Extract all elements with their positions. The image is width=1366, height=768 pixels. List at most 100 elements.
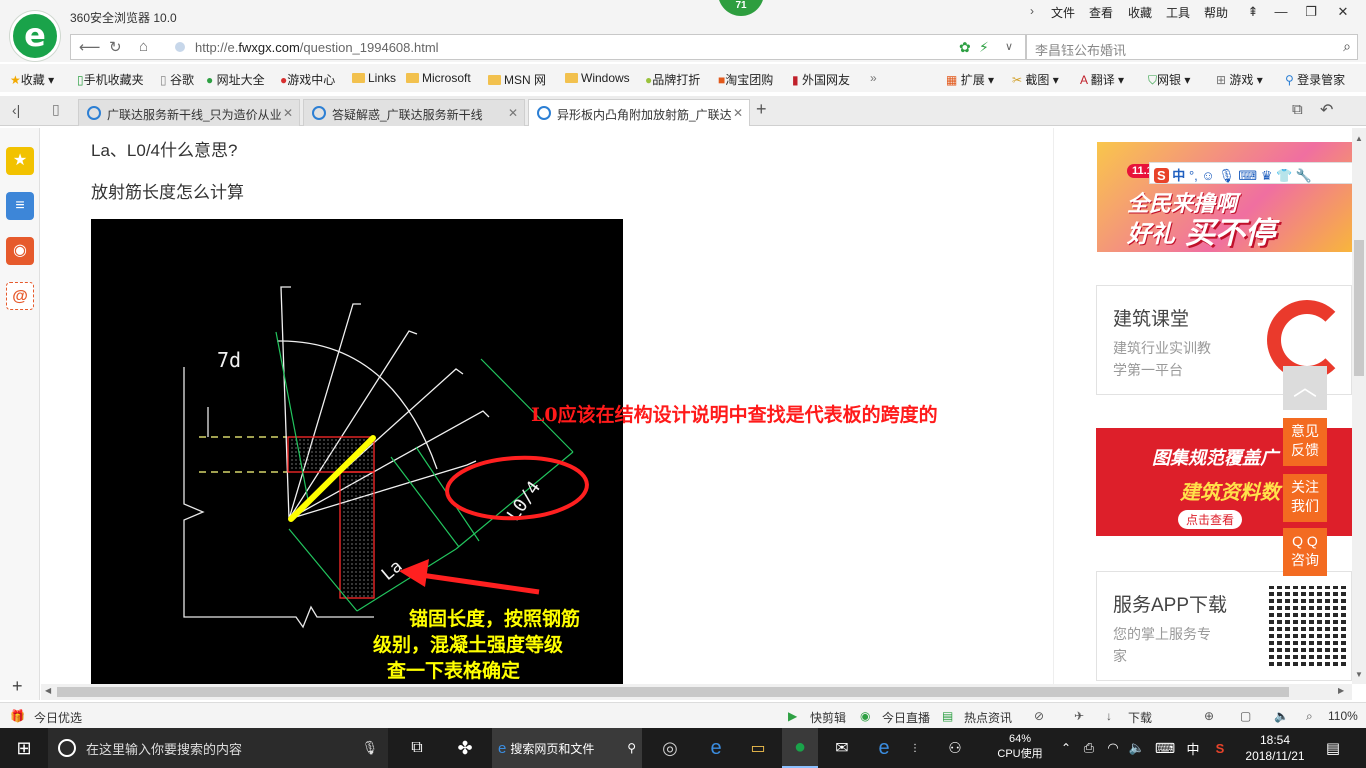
tray-expand-icon[interactable]: ⌃ — [1056, 728, 1076, 768]
tab-2[interactable]: 答疑解惑_广联达服务新干线 ✕ — [303, 99, 525, 126]
menu-help[interactable]: 帮助 — [1204, 4, 1228, 21]
scroll-right-icon[interactable]: ▶ — [1338, 686, 1344, 695]
undo-close-icon[interactable]: ↶ — [1320, 100, 1333, 120]
email-icon[interactable]: @ — [6, 282, 34, 310]
back-to-top-button[interactable]: ︿ — [1283, 366, 1327, 410]
tab-1[interactable]: 广联达服务新干线_只为造价从业 ✕ — [78, 99, 300, 126]
promo-banner-1[interactable]: 11.1 全民来撸啊 好礼 买不停 — [1097, 142, 1353, 252]
chevron-right-icon[interactable]: › — [1030, 4, 1034, 18]
close-button[interactable]: ✕ — [1330, 2, 1356, 22]
sogou-icon[interactable]: S — [1154, 168, 1169, 183]
more-bookmarks-icon[interactable]: » — [870, 71, 877, 85]
tab-list-icon[interactable]: ▯ — [52, 101, 60, 118]
video-edit-icon[interactable]: ▶ — [788, 709, 797, 723]
tab-back-icon[interactable]: ‹| — [12, 102, 20, 118]
keyboard-tray-icon[interactable]: ⌨ — [1152, 728, 1178, 768]
security-icon[interactable]: ✿ — [959, 39, 971, 56]
menu-tools[interactable]: 工具 — [1166, 4, 1190, 21]
daily-picks-link[interactable]: 今日优选 — [34, 709, 82, 726]
pinwheel-icon[interactable]: ✤ — [448, 728, 482, 768]
scroll-down-icon[interactable]: ▼ — [1355, 670, 1363, 679]
hot-news-link[interactable]: 热点资讯 — [964, 709, 1012, 726]
back-icon[interactable]: ⟵ — [79, 38, 101, 56]
sogou-tray-icon[interactable]: S — [1208, 728, 1232, 768]
close-tab-icon[interactable]: ✕ — [283, 106, 293, 120]
news-icon[interactable]: ▤ — [942, 709, 953, 723]
ime-punctuation-icon[interactable]: °, — [1189, 168, 1198, 183]
new-tab-button[interactable]: + — [756, 99, 767, 120]
toolbar-login-manager[interactable]: ⚲ 登录管家 — [1285, 71, 1345, 88]
ime-indicator[interactable]: 中 — [1182, 728, 1204, 768]
follow-us-button[interactable]: 关注 我们 — [1283, 474, 1327, 522]
close-tab-icon[interactable]: ✕ — [733, 106, 743, 120]
weibo-icon[interactable]: ◉ — [6, 237, 34, 265]
speed-mode-icon[interactable]: ⚡ — [979, 39, 989, 56]
qq-consult-button[interactable]: Q Q 咨询 — [1283, 528, 1327, 576]
url-text[interactable]: http://e.fwxgx.com/question_1994608.html — [195, 40, 439, 55]
bookmark-games[interactable]: ●游戏中心 — [280, 71, 335, 88]
taskbar-search[interactable]: 在这里输入你要搜索的内容 🎙 — [48, 728, 388, 768]
pin-icon[interactable]: ⇞ — [1240, 2, 1266, 22]
emoji-icon[interactable]: ☺ — [1201, 168, 1214, 183]
search-icon[interactable]: ⌕ — [1343, 38, 1351, 55]
edge-icon[interactable]: e — [866, 728, 902, 768]
search-box[interactable]: 李昌钰公布婚讯 ⌕ — [1026, 34, 1358, 60]
people-icon[interactable]: ⚇ — [940, 728, 970, 768]
360-browser-taskbar-icon[interactable]: ● — [782, 728, 818, 768]
bookmark-taobao[interactable]: ■淘宝团购 — [718, 71, 773, 88]
toolbar-games[interactable]: ⊞ 游戏 ▾ — [1216, 71, 1263, 88]
search-input[interactable]: 李昌钰公布婚讯 — [1035, 40, 1126, 59]
windows-start-icon[interactable]: ⊞ — [0, 728, 48, 768]
swirl-app-icon[interactable]: ◎ — [652, 728, 688, 768]
tab-overview-icon[interactable]: ⧉ — [1292, 101, 1303, 118]
gift-icon[interactable]: 🎁 — [10, 709, 25, 723]
view-details-button[interactable]: 点击查看 — [1178, 510, 1243, 529]
toolbar-screenshot[interactable]: ✂ 截图 ▾ — [1012, 71, 1059, 88]
mic-icon[interactable]: 🎙 — [1218, 168, 1235, 183]
bookmark-favorites[interactable]: ★收藏 ▾ — [10, 71, 54, 88]
bookmark-mobile[interactable]: ▯手机收藏夹 — [77, 71, 144, 88]
toolbar-banking[interactable]: ⛉网银 ▾ — [1148, 71, 1190, 88]
wrench-icon[interactable]: 🔧 — [1296, 168, 1312, 183]
url-bar[interactable]: ⟵ ↻ ⌂ http://e.fwxgx.com/question_199460… — [70, 34, 1026, 60]
window-icon[interactable]: ▢ — [1240, 709, 1251, 723]
favorites-star-icon[interactable]: ★ — [6, 147, 34, 175]
volume-icon[interactable]: 🔈 — [1274, 709, 1289, 723]
keyboard-icon[interactable]: ⌨ — [1238, 168, 1257, 183]
file-explorer-icon[interactable]: ▭ — [740, 728, 776, 768]
notification-badge[interactable]: 71 — [718, 0, 764, 16]
microphone-icon[interactable]: 🎙 — [361, 740, 378, 756]
cpu-usage[interactable]: 64% CPU使用 — [990, 732, 1050, 762]
minimize-button[interactable]: — — [1268, 2, 1294, 22]
menu-view[interactable]: 查看 — [1089, 4, 1113, 21]
skin-icon[interactable]: ♛ — [1261, 168, 1273, 183]
live-link[interactable]: 今日直播 — [882, 709, 930, 726]
clock[interactable]: 18:54 2018/11/21 — [1240, 732, 1310, 764]
ime-chinese-icon[interactable]: 中 — [1172, 168, 1185, 183]
show-more-icon[interactable]: ⋮ — [910, 728, 920, 768]
web-search-box[interactable]: e 搜索网页和文件 ⚲ — [492, 728, 642, 768]
dropdown-icon[interactable]: ∨ — [1005, 40, 1013, 53]
shirt-icon[interactable]: 👕 — [1276, 168, 1292, 183]
download-link[interactable]: 下载 — [1128, 709, 1152, 726]
ime-toolbar[interactable]: S 中 °, ☺ 🎙 ⌨ ♛ 👕 🔧 — [1149, 162, 1353, 184]
toolbar-extensions[interactable]: ▦ 扩展 ▾ — [946, 71, 994, 88]
reading-list-icon[interactable]: ≡ — [6, 192, 34, 220]
toolbar-translate[interactable]: A 翻译 ▾ — [1080, 71, 1124, 88]
zoom-level[interactable]: 110% — [1328, 709, 1358, 723]
bookmark-windows[interactable]: Windows — [565, 71, 630, 85]
pin-status-icon[interactable]: ✈ — [1074, 709, 1084, 723]
scroll-left-icon[interactable]: ◀ — [45, 686, 51, 695]
app-download-card[interactable]: 服务APP下载 您的掌上服务专 家 — [1096, 571, 1352, 681]
bookmark-msn[interactable]: MSN 网 — [488, 71, 546, 88]
scroll-up-icon[interactable]: ▲ — [1355, 134, 1363, 143]
h-scroll-thumb[interactable] — [57, 687, 1289, 697]
sidebar-add-icon[interactable]: + — [12, 676, 23, 697]
scroll-thumb[interactable] — [1354, 240, 1364, 376]
browser-logo-icon[interactable]: e — [10, 11, 60, 61]
site-info-icon[interactable] — [175, 42, 185, 52]
bookmark-foreign[interactable]: ▮ 外国网友 — [792, 71, 850, 88]
taskbar-search-input[interactable]: 在这里输入你要搜索的内容 — [86, 739, 242, 758]
zoom-icon[interactable]: ⌕ — [1306, 709, 1313, 724]
task-view-icon[interactable]: ⧉ — [400, 728, 434, 768]
